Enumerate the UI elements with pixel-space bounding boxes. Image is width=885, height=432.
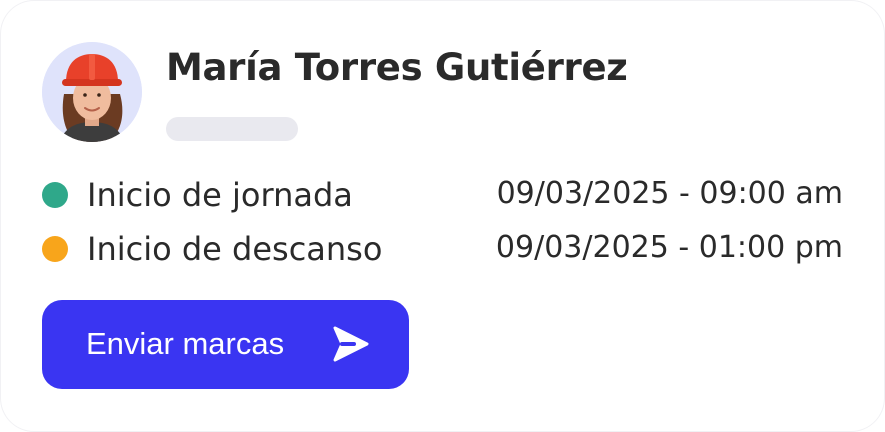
employee-card: María Torres Gutiérrez Inicio de jornada…: [0, 0, 885, 432]
status-dot-green: [42, 182, 68, 208]
event-time: 09/03/2025 - 09:00 am: [496, 176, 843, 211]
send-marks-label: Enviar marcas: [86, 326, 285, 361]
subtitle-placeholder: [166, 117, 298, 141]
event-label: Inicio de jornada: [87, 176, 353, 214]
event-time: 09/03/2025 - 01:00 pm: [495, 230, 843, 265]
send-icon: [333, 326, 369, 362]
status-dot-orange: [42, 236, 68, 262]
worker-avatar-icon: [42, 42, 142, 142]
event-row: Inicio de jornada 09/03/2025 - 09:00 am: [42, 176, 843, 216]
event-label: Inicio de descanso: [87, 230, 383, 268]
employee-name: María Torres Gutiérrez: [166, 46, 628, 89]
event-row: Inicio de descanso 09/03/2025 - 01:00 pm: [42, 230, 843, 270]
send-marks-button[interactable]: Enviar marcas: [42, 300, 409, 389]
